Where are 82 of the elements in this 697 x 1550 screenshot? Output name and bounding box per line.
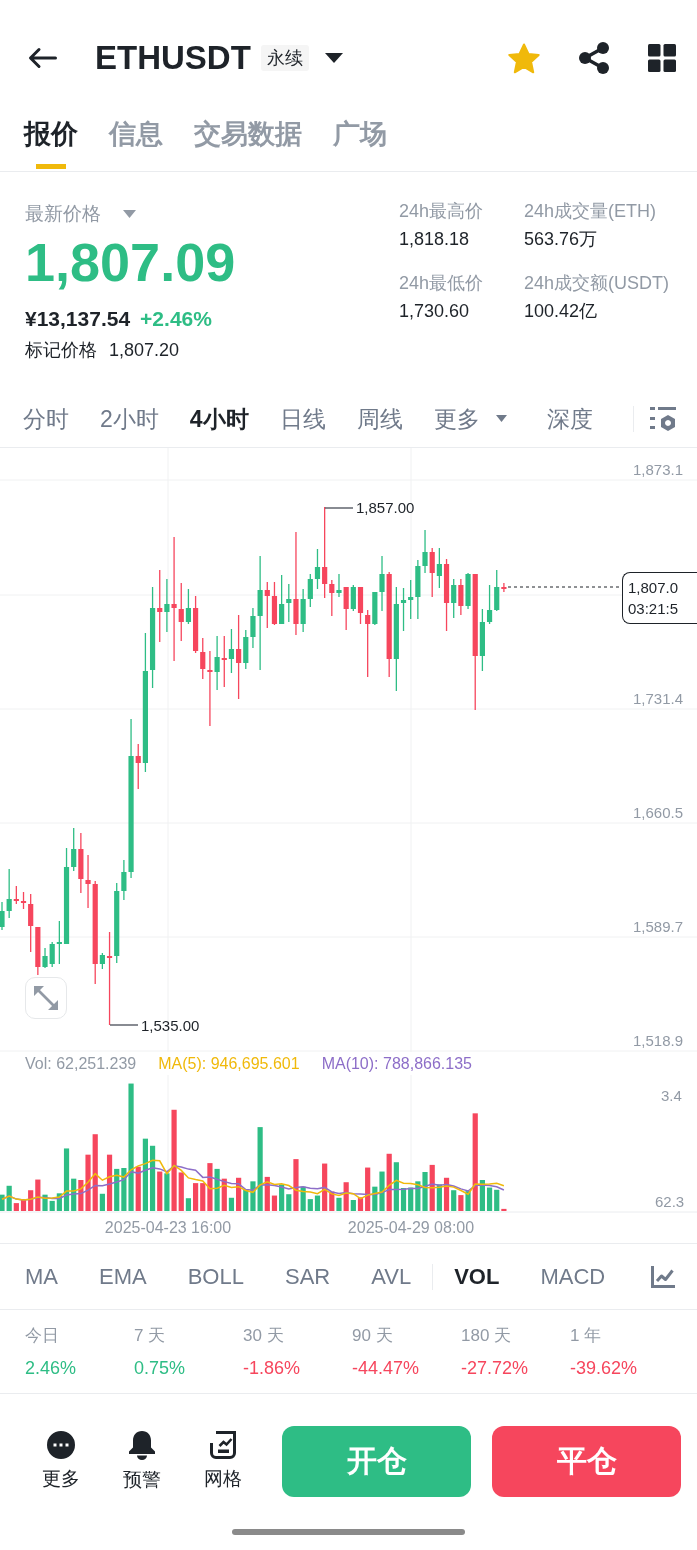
back-arrow-icon[interactable] (28, 47, 57, 69)
trade-button[interactable]: 平仓 (492, 1426, 681, 1497)
stat-value: 100.42亿 (524, 300, 599, 323)
stat-label: 24h成交量(ETH) (524, 200, 658, 223)
stat-label: 24h最低价 (399, 272, 485, 295)
grid-icon[interactable] (648, 44, 676, 72)
star-icon[interactable] (508, 42, 540, 74)
period-change: -39.62% (570, 1357, 638, 1379)
expand-icon (34, 986, 58, 1010)
stat-value: 1,818.18 (399, 228, 471, 251)
expand-button[interactable] (25, 977, 67, 1019)
stat-value: 563.76万 (524, 228, 599, 251)
price-axis-label: 1,660.5 (633, 804, 684, 821)
bell-icon (129, 1431, 155, 1460)
high-price-label: 1,857.00 (356, 499, 415, 516)
tab[interactable]: 信息 (109, 116, 163, 171)
price-change: +2.46% (140, 306, 212, 332)
period-change: -27.72% (461, 1357, 529, 1379)
indicator-tab[interactable]: SAR (284, 1261, 331, 1292)
interval-tab[interactable]: 周线 (356, 403, 403, 434)
indicator-tab[interactable]: MA (25, 1261, 58, 1292)
date-axis-label: 2025-04-29 08:00 (347, 1219, 475, 1236)
stat-label: 24h成交额(USDT) (524, 272, 671, 295)
tag-time: 03:21:5 (628, 599, 680, 619)
period-change: 0.75% (134, 1357, 186, 1379)
period-change: -44.47% (352, 1357, 420, 1379)
caret-icon[interactable] (324, 53, 343, 63)
toolbar-action[interactable]: 更多 (25, 1431, 97, 1492)
indicator-tab[interactable]: AVL (371, 1261, 412, 1292)
period-label: 1 年 (570, 1325, 602, 1347)
period-label: 今日 (25, 1325, 59, 1347)
interval-tab[interactable]: 更多 (433, 403, 507, 434)
volume-legend: Vol: 62,251.239 (25, 1052, 137, 1075)
interval-tab[interactable]: 深度 (546, 403, 593, 434)
tab[interactable]: 广场 (333, 116, 387, 171)
period-label: 180 天 (461, 1325, 512, 1347)
stat-value: 1,730.60 (399, 300, 471, 323)
trade-button[interactable]: 开仓 (282, 1426, 471, 1497)
share-icon[interactable] (579, 42, 609, 74)
ma10-legend: MA(10): 788,866.135 (321, 1052, 472, 1075)
price-axis-label: 1,518.9 (633, 1032, 684, 1049)
chart-settings-icon[interactable] (650, 406, 676, 431)
tag-price: 1,807.0 (628, 578, 680, 598)
price-label: 最新价格 (25, 202, 101, 226)
tab[interactable]: 报价 (24, 116, 78, 171)
grid-chart-icon (210, 1431, 236, 1459)
low-price-label: 1,535.00 (141, 1017, 200, 1034)
leader-line (109, 1024, 139, 1026)
interval-tab[interactable]: 2小时 (100, 403, 159, 434)
price-axis-label: 1,873.1 (633, 461, 684, 478)
chart-line-icon[interactable] (651, 1265, 675, 1288)
volume-axis-label: 3.4 (661, 1087, 682, 1104)
interval-tab[interactable]: 日线 (279, 403, 326, 434)
toolbar-action[interactable]: 预警 (106, 1431, 178, 1492)
period-change: -1.86% (243, 1357, 301, 1379)
tab[interactable]: 交易数据 (194, 116, 302, 171)
contract-badge: 永续 (260, 45, 309, 71)
mark-price: 1,807.20 (109, 339, 180, 362)
leader-line (324, 507, 354, 509)
date-axis-label: 2025-04-23 16:00 (104, 1219, 232, 1236)
ma5-legend: MA(5): 946,695.601 (158, 1052, 300, 1075)
period-label: 90 天 (352, 1325, 393, 1347)
symbol-title: ETHUSDT (95, 38, 251, 78)
indicator-tab[interactable]: BOLL (187, 1261, 244, 1292)
price-axis-label: 1,589.7 (633, 918, 684, 935)
indicator-tab[interactable]: VOL (454, 1261, 500, 1292)
period-change: 2.46% (25, 1357, 77, 1379)
last-price: 1,807.09 (25, 231, 237, 294)
indicator-tab[interactable]: MACD (540, 1261, 606, 1292)
toolbar-action[interactable]: 网格 (187, 1431, 259, 1492)
period-label: 30 天 (243, 1325, 284, 1347)
interval-tab[interactable]: 分时 (23, 403, 69, 434)
period-label: 7 天 (134, 1325, 166, 1347)
indicator-tab[interactable]: EMA (99, 1261, 147, 1292)
cny-price: ¥13,137.54 (25, 306, 131, 332)
volume-axis-label: 62.3 (655, 1193, 685, 1210)
tab-indicator (36, 164, 66, 169)
interval-tab[interactable]: 4小时 (189, 403, 249, 434)
stat-label: 24h最高价 (399, 200, 485, 223)
mark-price-label: 标记价格 (25, 339, 97, 362)
more-icon (47, 1431, 75, 1459)
price-axis-label: 1,731.4 (633, 690, 684, 707)
